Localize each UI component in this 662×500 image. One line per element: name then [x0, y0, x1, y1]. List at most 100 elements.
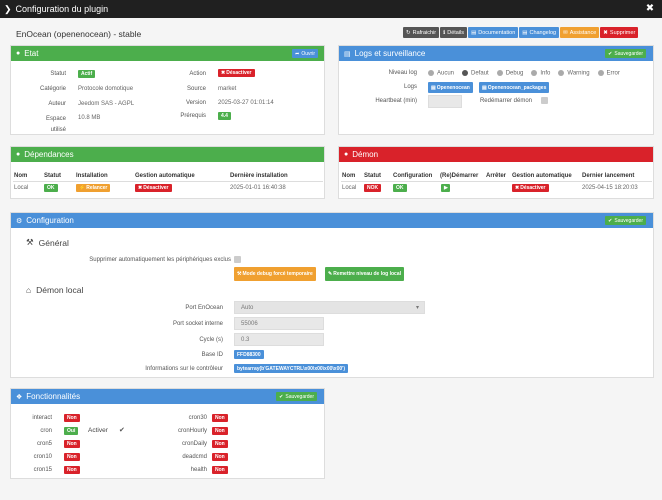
statut-label: Statut	[50, 71, 66, 77]
feature-name: health	[190, 467, 207, 473]
tasks-icon: ❖	[16, 393, 23, 401]
demon-col-nom: Nom	[342, 173, 356, 179]
documentation-button[interactable]: ▤ Documentation	[468, 27, 519, 38]
dep-col-gestion: Gestion automatique	[135, 173, 195, 179]
close-icon[interactable]: ✖	[644, 2, 656, 15]
feature-status-badge: Non	[64, 440, 80, 448]
plugin-toolbar: ↻ Rafraichir ℹ Détails ▤ Documentation ▤ Cha…	[403, 27, 639, 38]
cycle-label: Cycle (s)	[199, 337, 223, 343]
window-titlebar: ❯ Configuration du plugin ✖	[0, 0, 662, 18]
auteur-value: Jeedom SAS - AGPL	[78, 101, 135, 107]
times-icon: ✖	[221, 70, 226, 76]
radio-selected-icon	[462, 70, 469, 76]
window-title: Configuration du plugin	[15, 4, 109, 14]
fonct-save-button[interactable]: ✔ Sauvegarder	[276, 392, 317, 401]
feature-name: cronHourly	[177, 428, 207, 434]
heartbeat-input[interactable]	[428, 95, 462, 108]
source-value: market	[218, 86, 237, 92]
check-icon[interactable]: ✔	[119, 426, 125, 434]
pencil-icon: ✎	[328, 271, 333, 277]
reset-log-button[interactable]: ✎ Remettre niveau de log local	[325, 267, 405, 281]
dependances-header: ● Dépendances	[11, 147, 324, 162]
baseid-label: Base ID	[201, 352, 223, 358]
check-icon: ✔	[279, 393, 284, 400]
dep-disable-button[interactable]: ✖ Désactiver	[135, 184, 172, 192]
disable-plugin-button[interactable]: ✖ Désactiver	[218, 69, 255, 77]
dep-col-nom: Nom	[14, 173, 28, 179]
statut-badge: Actif	[78, 70, 96, 78]
log-level-defaut[interactable]: Defaut	[462, 70, 489, 77]
socket-label: Port socket interne	[172, 321, 223, 327]
log-level-error[interactable]: Error	[597, 70, 620, 77]
categorie-value: Protocole domotique	[78, 86, 134, 92]
dep-col-installation: Installation	[76, 173, 108, 179]
wrench-icon: ⚒	[237, 271, 242, 277]
dep-col-statut: Statut	[44, 173, 61, 179]
page-title: EnOcean (openenocean) - stable	[16, 29, 142, 39]
details-button[interactable]: ℹ Détails	[440, 27, 468, 38]
dependances-panel: ● Dépendances Nom Statut Installation Ge…	[10, 146, 325, 199]
port-label: Port EnOcean	[185, 305, 223, 311]
ticket-icon: ✉	[563, 29, 568, 36]
categorie-label: Catégorie	[39, 86, 66, 92]
file-icon: ▤	[344, 50, 351, 58]
feature-status-badge: Non	[212, 440, 228, 448]
activer-label: Activer	[88, 427, 108, 434]
fonctionnalites-panel: ❖ Fonctionnalités ✔ Sauvegarder interact N…	[10, 388, 325, 479]
dep-col-derniere: Dernière installation	[230, 173, 288, 179]
log-level-info[interactable]: Info	[531, 70, 550, 77]
feature-status-badge: Non	[212, 414, 228, 422]
port-select[interactable]: Auto ▾	[234, 301, 425, 314]
demon-disable-button[interactable]: ✖ Désactiver	[512, 184, 549, 192]
delete-button[interactable]: ✖ Supprimer	[600, 27, 639, 38]
demon-col-gestion: Gestion automatique	[512, 173, 572, 179]
logs-save-button[interactable]: ✔ Sauvegarder	[605, 49, 646, 58]
cogs-icon: ⚙	[16, 217, 23, 225]
log-openenocean-button[interactable]: ▤ Openenocean	[428, 82, 473, 93]
feature-status-badge: Non	[212, 466, 228, 474]
supprimer-checkbox[interactable]	[234, 256, 241, 263]
radio-icon	[428, 70, 434, 76]
times-icon: ✖	[138, 185, 143, 191]
demon-start-button[interactable]: ▶	[441, 184, 450, 192]
log-openenocean-packages-button[interactable]: ▤ Openenocean_packages	[479, 82, 550, 93]
cycle-input[interactable]: 0.3	[234, 333, 324, 346]
open-button[interactable]: ➦ Ouvrir	[292, 49, 318, 58]
radio-icon	[531, 70, 538, 76]
debug-mode-button[interactable]: ⚒ Mode debug forcé temporaire	[234, 267, 316, 281]
log-level-group: Aucun Defaut Debug Info Warning Error	[428, 70, 620, 77]
home-icon: ⌂	[26, 285, 32, 295]
feature-status-badge: Non	[64, 466, 80, 474]
refresh-button[interactable]: ↻ Rafraichir	[403, 27, 440, 38]
log-level-debug[interactable]: Debug	[496, 70, 523, 77]
divider	[341, 181, 652, 182]
feature-name: cron	[40, 428, 52, 434]
feature-name: cronDaily	[181, 441, 207, 447]
circle-icon: ●	[16, 151, 21, 158]
prerequis-badge: 4.4	[218, 112, 231, 120]
source-label: Source	[186, 86, 206, 92]
restart-daemon-checkbox[interactable]	[541, 97, 548, 104]
restart-daemon-label: Redémarrer démon	[479, 98, 532, 104]
socket-input[interactable]: 55006	[234, 317, 324, 330]
log-level-warning[interactable]: Warning	[558, 70, 590, 77]
play-icon: ▶	[444, 185, 448, 191]
niveau-log-label: Niveau log	[388, 70, 417, 76]
dep-nom: Local	[14, 185, 29, 191]
demon-col-dernier: Dernier lancement	[582, 173, 635, 179]
assistance-button[interactable]: ✉ Assistance	[560, 27, 600, 38]
demon-col-statut: Statut	[364, 173, 381, 179]
radio-icon	[496, 70, 503, 76]
config-save-button[interactable]: ✔ Sauvegarder	[605, 216, 646, 225]
configuration-panel: ⚙ Configuration ✔ Sauvegarder ⚒ Général S…	[10, 212, 654, 378]
dep-relancer-button[interactable]: ⚡ Relancer	[76, 184, 111, 192]
logs-label: Logs	[403, 84, 417, 90]
changelog-button[interactable]: ▤ Changelog	[519, 27, 560, 38]
log-level-aucun[interactable]: Aucun	[428, 70, 454, 77]
circle-icon: ●	[344, 151, 349, 158]
times-icon: ✖	[515, 185, 520, 191]
info-icon: ℹ	[443, 29, 446, 36]
feature-name: cron30	[188, 415, 207, 421]
book-icon: ▤	[471, 29, 477, 36]
check-icon: ✔	[608, 217, 613, 224]
